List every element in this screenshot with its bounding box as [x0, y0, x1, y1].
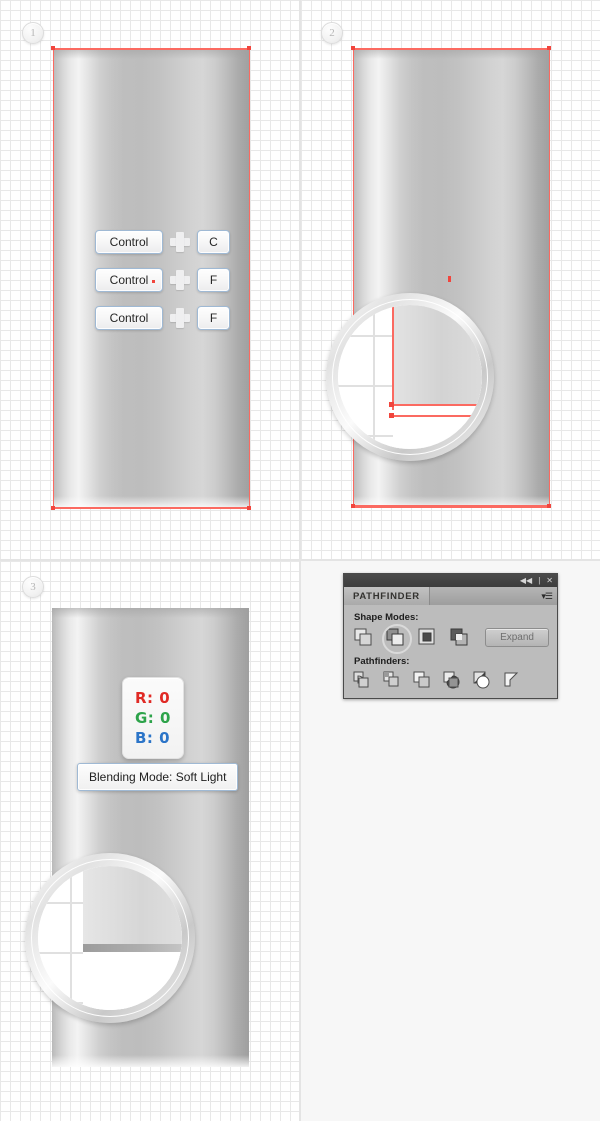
shortcut-row-2: Control F [95, 306, 230, 330]
green-label: G: [135, 709, 155, 727]
shape-mode-intersect-button[interactable] [416, 626, 438, 648]
shape-mode-minus-front-button[interactable] [382, 624, 412, 654]
step-badge-1-label: 1 [30, 27, 36, 39]
plus-icon-2 [170, 308, 190, 328]
selection-anchor-tr-1[interactable] [247, 46, 251, 50]
key-letter-2[interactable]: F [197, 306, 230, 330]
pathfinder-crop-button[interactable] [442, 670, 462, 690]
tab-pathfinder[interactable]: PATHFINDER [344, 587, 429, 605]
magnifier-step3-lens [38, 866, 182, 1010]
quadrant-horizontal-divider [0, 559, 600, 561]
shape-modes-row: Expand [352, 624, 549, 654]
anchor-marker-mid [152, 280, 155, 283]
pathfinder-trim-button[interactable] [382, 670, 402, 690]
color-readout-blue: B: 0 [135, 728, 171, 748]
titlebar-separator: | [538, 576, 541, 585]
blending-mode-tooltip: Blending Mode: Soft Light [77, 763, 239, 791]
step-badge-2: 2 [321, 22, 343, 44]
color-readout-red: R: 0 [135, 688, 171, 708]
floating-anchor-2 [448, 276, 451, 282]
shape-mode-exclude-button[interactable] [448, 626, 470, 648]
selection-anchor-tl-1[interactable] [51, 46, 55, 50]
shortcut-row-0: Control C [95, 230, 230, 254]
color-readout-box: R: 0 G: 0 B: 0 [122, 677, 184, 759]
selection-edge-right-2 [549, 48, 550, 508]
red-label: R: [135, 689, 154, 707]
selection-anchor-br-2[interactable] [547, 504, 551, 508]
step-badge-1: 1 [22, 22, 44, 44]
red-value: 0 [159, 689, 171, 707]
key-letter-1[interactable]: F [197, 268, 230, 292]
blue-value: 0 [159, 729, 171, 747]
pathfinder-tab-filler: ▾☰ [428, 587, 557, 605]
key-modifier-2[interactable]: Control [95, 306, 163, 330]
selection-edge-top-1 [53, 48, 250, 50]
pathfinder-body: Shape Modes: Expand Pathfinders: [344, 605, 557, 698]
pathfinders-label: Pathfinders: [354, 656, 410, 667]
selection-edge-bottom-2 [353, 505, 550, 508]
pathfinder-merge-button[interactable] [412, 670, 432, 690]
close-icon[interactable]: ✕ [546, 574, 553, 587]
key-letter-0[interactable]: C [197, 230, 230, 254]
selection-anchor-bl-2[interactable] [351, 504, 355, 508]
plus-icon-1 [170, 270, 190, 290]
step-badge-3: 3 [22, 576, 44, 598]
selection-anchor-tr-2[interactable] [547, 46, 551, 50]
key-modifier-0[interactable]: Control [95, 230, 163, 254]
pathfinder-tabrow: PATHFINDER ▾☰ [344, 587, 557, 605]
color-readout-green: G: 0 [135, 708, 171, 728]
plus-icon-0 [170, 232, 190, 252]
selection-edge-bottom-1 [53, 507, 250, 509]
step-badge-2-label: 2 [329, 27, 335, 39]
shortcut-row-1: Control F [95, 268, 230, 292]
pathfinder-divide-button[interactable] [352, 670, 372, 690]
shape-modes-label: Shape Modes: [354, 612, 419, 623]
selection-anchor-tl-2[interactable] [351, 46, 355, 50]
pathfinder-titlebar[interactable]: ◀◀ | ✕ [344, 574, 557, 587]
pathfinder-panel: ◀◀ | ✕ PATHFINDER ▾☰ Shape Modes: Expand… [343, 573, 558, 699]
magnifier-step2 [326, 293, 494, 461]
panel-menu-icon[interactable]: ▾☰ [541, 591, 553, 602]
selection-edge-left-1 [53, 48, 54, 509]
selection-anchor-br-1[interactable] [247, 506, 251, 510]
collapse-icon[interactable]: ◀◀ [520, 574, 532, 587]
step-badge-3-label: 3 [30, 581, 36, 593]
pathfinder-minus-back-button[interactable] [502, 670, 522, 690]
selection-anchor-bl-1[interactable] [51, 506, 55, 510]
expand-button[interactable]: Expand [485, 627, 549, 647]
shape-mode-unite-button[interactable] [352, 626, 374, 648]
green-value: 0 [160, 709, 171, 727]
selection-edge-right-1 [249, 48, 250, 509]
blue-label: B: [135, 729, 154, 747]
magnifier-step2-lens [338, 305, 482, 449]
magnifier-step3 [25, 853, 195, 1023]
selection-edge-top-2 [353, 48, 550, 50]
pathfinder-outline-button[interactable] [472, 670, 492, 690]
pathfinders-row [352, 670, 549, 690]
